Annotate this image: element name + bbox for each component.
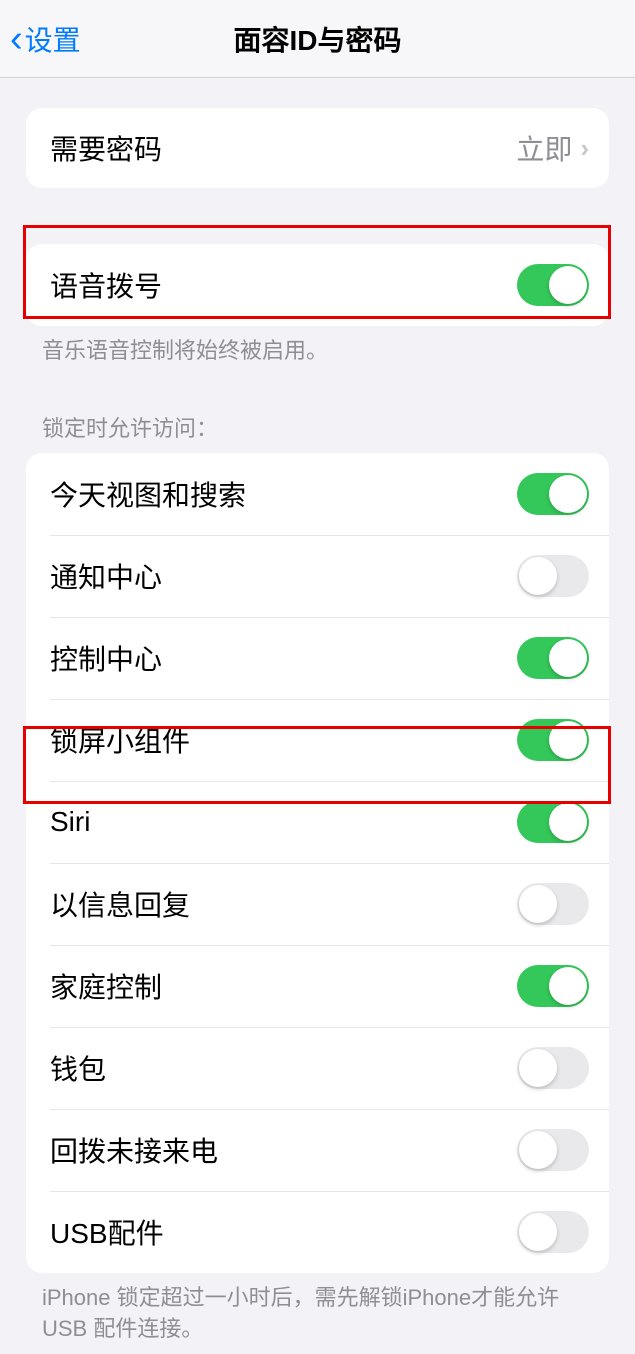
locked-access-toggle[interactable] [517, 801, 589, 843]
locked-access-item-label: 锁屏小组件 [50, 720, 190, 760]
locked-access-item-label: 钱包 [50, 1048, 106, 1088]
locked-access-row: 锁屏小组件 [26, 699, 609, 781]
voice-dial-row: 语音拨号 [26, 244, 609, 326]
locked-access-row: 钱包 [26, 1027, 609, 1109]
voice-dial-footer: 音乐语音控制将始终被启用。 [0, 326, 635, 377]
locked-access-item-label: 控制中心 [50, 638, 162, 678]
voice-dial-label: 语音拨号 [50, 265, 162, 305]
back-label: 设置 [25, 19, 81, 59]
locked-access-group: 今天视图和搜索通知中心控制中心锁屏小组件 Siri 以信息回复家庭控制钱包回拨未接来… [26, 453, 609, 1273]
locked-access-item-label: 今天视图和搜索 [50, 474, 246, 514]
voice-dial-toggle[interactable] [517, 264, 589, 306]
locked-access-row: USB配件 [26, 1191, 609, 1273]
navigation-bar: ‹ 设置 面容ID与密码 [0, 0, 635, 78]
locked-access-toggle[interactable] [517, 965, 589, 1007]
locked-access-row: 控制中心 [26, 617, 609, 699]
voice-dial-group: 语音拨号 [26, 244, 609, 326]
locked-access-header: 锁定时允许访问： [0, 405, 635, 453]
locked-access-toggle[interactable] [517, 637, 589, 679]
require-passcode-row[interactable]: 需要密码 立即 › [26, 108, 609, 188]
locked-access-row: 以信息回复 [26, 863, 609, 945]
chevron-left-icon: ‹ [10, 20, 23, 58]
locked-access-toggle[interactable] [517, 473, 589, 515]
locked-access-footer: iPhone 锁定超过一小时后，需先解锁iPhone才能允许USB 配件连接。 [0, 1273, 635, 1354]
locked-access-toggle[interactable] [517, 1047, 589, 1089]
locked-access-item-label: USB配件 [50, 1212, 164, 1252]
locked-access-item-label: 家庭控制 [50, 966, 162, 1006]
locked-access-item-label: 回拨未接来电 [50, 1130, 218, 1170]
chevron-right-icon: › [580, 133, 589, 164]
locked-access-row: 通知中心 [26, 535, 609, 617]
require-passcode-value: 立即 › [516, 128, 589, 168]
require-passcode-label: 需要密码 [50, 128, 162, 168]
back-button[interactable]: ‹ 设置 [10, 19, 81, 59]
locked-access-row: 今天视图和搜索 [26, 453, 609, 535]
locked-access-toggle[interactable] [517, 1129, 589, 1171]
locked-access-row: Siri [26, 781, 609, 863]
passcode-group: 需要密码 立即 › [26, 108, 609, 188]
locked-access-row: 家庭控制 [26, 945, 609, 1027]
locked-access-toggle[interactable] [517, 1211, 589, 1253]
locked-access-item-label: 以信息回复 [50, 884, 190, 924]
locked-access-toggle[interactable] [517, 719, 589, 761]
locked-access-toggle[interactable] [517, 883, 589, 925]
locked-access-item-label: 通知中心 [50, 556, 162, 596]
locked-access-item-label: Siri [50, 806, 90, 838]
locked-access-row: 回拨未接来电 [26, 1109, 609, 1191]
page-title: 面容ID与密码 [0, 19, 635, 59]
locked-access-toggle[interactable] [517, 555, 589, 597]
